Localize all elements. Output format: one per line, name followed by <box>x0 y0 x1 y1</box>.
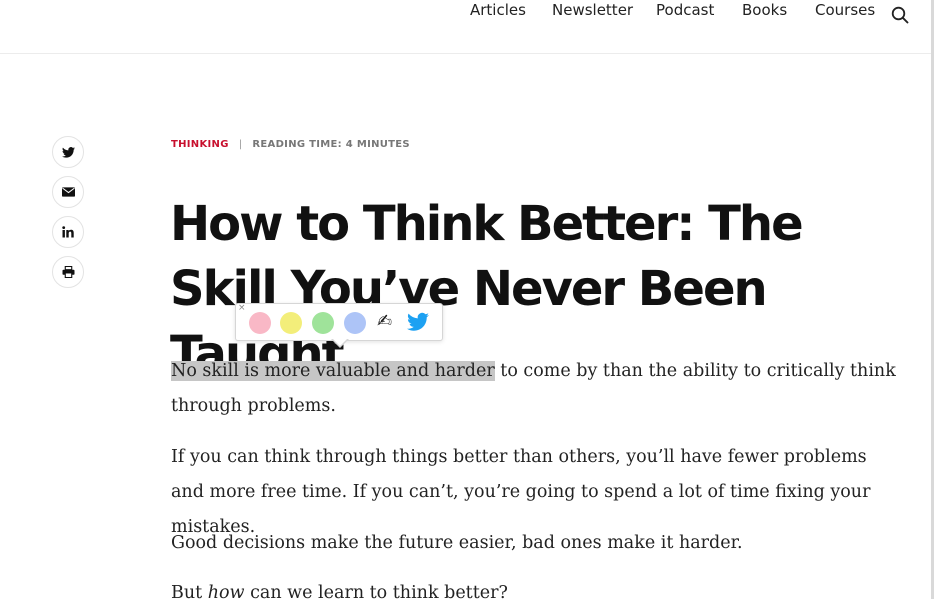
selected-text: No skill is more valuable and harder <box>171 361 495 381</box>
meta-separator: | <box>238 139 243 150</box>
share-linkedin-button[interactable] <box>52 216 84 248</box>
highlighter-popup: × ✍ <box>235 303 443 348</box>
twitter-icon <box>61 146 75 158</box>
email-icon <box>61 187 75 197</box>
close-icon[interactable]: × <box>238 303 246 313</box>
nav-articles[interactable]: Articles <box>470 0 526 20</box>
paragraph-1: No skill is more valuable and harder to … <box>171 354 901 424</box>
popup-pointer-inner <box>332 338 348 346</box>
nav-newsletter[interactable]: Newsletter <box>552 0 633 20</box>
category-link[interactable]: THINKING <box>171 139 229 150</box>
paragraph-4-end: can we learn to think better? <box>244 583 508 603</box>
nav-podcast[interactable]: Podcast <box>656 0 714 20</box>
search-icon[interactable] <box>891 6 909 24</box>
nav-books[interactable]: Books <box>742 0 787 20</box>
top-navigation: Articles Newsletter Podcast Books Course… <box>0 0 934 54</box>
highlight-pink-button[interactable] <box>249 312 271 334</box>
paragraph-4-start: But <box>171 583 208 603</box>
article-meta: THINKING | READING TIME: 4 MINUTES <box>171 139 410 151</box>
paragraph-3: Good decisions make the future easier, b… <box>171 533 743 553</box>
paragraph-4: But how can we learn to think better? <box>171 576 901 611</box>
highlight-blue-button[interactable] <box>344 312 366 334</box>
share-email-button[interactable] <box>52 176 84 208</box>
highlight-green-button[interactable] <box>312 312 334 334</box>
nav-courses[interactable]: Courses <box>815 0 875 20</box>
pencil-icon[interactable]: ✍ <box>377 311 392 333</box>
twitter-icon[interactable] <box>407 312 429 332</box>
print-icon <box>62 266 74 278</box>
linkedin-icon <box>62 226 74 238</box>
reading-time-value: 4 MINUTES <box>345 139 410 150</box>
paragraph-4-emphasis: how <box>207 583 245 603</box>
highlight-yellow-button[interactable] <box>280 312 302 334</box>
share-print-button[interactable] <box>52 256 84 288</box>
share-twitter-button[interactable] <box>52 136 84 168</box>
reading-time-label: READING TIME: <box>252 139 342 150</box>
